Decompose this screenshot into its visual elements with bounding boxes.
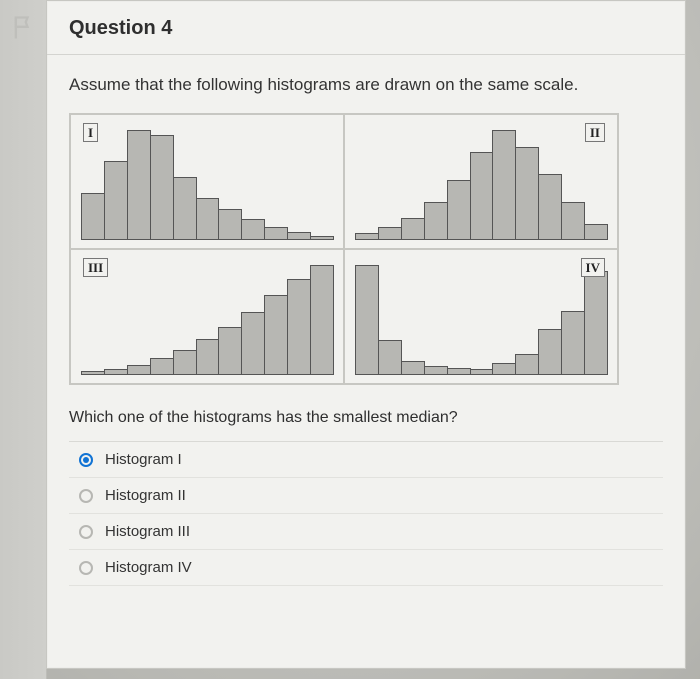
histogram-bar — [287, 232, 311, 240]
histogram-bar — [515, 147, 539, 241]
histogram-bar — [378, 227, 402, 240]
histogram-bar — [241, 312, 265, 375]
histogram-bar — [561, 311, 585, 375]
histogram-bar — [150, 358, 174, 375]
histogram-label: III — [83, 258, 108, 277]
option-row[interactable]: Histogram II — [69, 478, 663, 514]
histogram-label: IV — [581, 258, 605, 277]
histogram-bar — [447, 368, 471, 375]
question-body: Assume that the following histograms are… — [47, 55, 685, 596]
question-card: Question 4 Assume that the following his… — [46, 0, 686, 669]
option-row[interactable]: Histogram I — [69, 442, 663, 478]
histogram-label: II — [585, 123, 605, 142]
histogram-bar — [355, 265, 379, 375]
histogram-bars — [355, 130, 607, 240]
histogram-bar — [264, 295, 288, 375]
histogram-bars — [81, 130, 333, 240]
histogram-bar — [264, 227, 288, 240]
histogram-grid: I II III IV — [69, 113, 619, 385]
radio-icon[interactable] — [79, 489, 93, 503]
histogram-bar — [378, 340, 402, 375]
histogram-bar — [492, 130, 516, 240]
histogram-bar — [561, 202, 585, 241]
histogram-bars — [81, 265, 333, 375]
histogram-bar — [127, 365, 151, 375]
histogram-bar — [81, 371, 105, 375]
histogram-bar — [218, 209, 242, 240]
option-row[interactable]: Histogram IV — [69, 550, 663, 586]
radio-icon[interactable] — [79, 561, 93, 575]
histogram-bar — [196, 339, 220, 375]
histogram-bar — [310, 265, 334, 375]
flag-icon[interactable] — [10, 14, 38, 42]
histogram-bar — [401, 218, 425, 240]
histogram-bar — [515, 354, 539, 375]
histogram-bar — [173, 177, 197, 240]
question-title: Question 4 — [47, 1, 685, 55]
followup-question: Which one of the histograms has the smal… — [69, 409, 663, 427]
page-background: Question 4 Assume that the following his… — [0, 0, 700, 679]
histogram-bar — [196, 198, 220, 240]
histogram-bar — [81, 193, 105, 240]
histogram-bar — [310, 236, 334, 240]
question-prompt: Assume that the following histograms are… — [69, 75, 663, 95]
histogram-bar — [241, 219, 265, 240]
histogram-bar — [470, 369, 494, 375]
histogram-bar — [470, 152, 494, 240]
radio-icon[interactable] — [79, 525, 93, 539]
radio-icon[interactable] — [79, 453, 93, 467]
histogram-3: III — [70, 249, 344, 384]
histogram-bar — [355, 233, 379, 240]
histogram-4: IV — [344, 249, 618, 384]
histogram-label: I — [83, 123, 98, 142]
option-label: Histogram III — [105, 523, 190, 540]
histogram-bar — [492, 363, 516, 375]
histogram-bar — [584, 271, 608, 375]
histogram-bar — [447, 180, 471, 241]
histogram-bars — [355, 265, 607, 375]
histogram-bar — [173, 350, 197, 375]
option-label: Histogram I — [105, 451, 182, 468]
histogram-bar — [150, 135, 174, 240]
option-row[interactable]: Histogram III — [69, 514, 663, 550]
histogram-1: I — [70, 114, 344, 249]
histogram-2: II — [344, 114, 618, 249]
histogram-bar — [127, 130, 151, 240]
histogram-bar — [424, 202, 448, 241]
histogram-bar — [104, 161, 128, 240]
histogram-bar — [538, 174, 562, 240]
histogram-bar — [287, 279, 311, 375]
histogram-bar — [424, 366, 448, 375]
histogram-bar — [584, 224, 608, 241]
option-label: Histogram II — [105, 487, 186, 504]
histogram-bar — [538, 329, 562, 375]
histogram-bar — [401, 361, 425, 375]
histogram-bar — [104, 369, 128, 375]
sidebar-gutter — [0, 0, 47, 679]
option-label: Histogram IV — [105, 559, 192, 576]
histogram-bar — [218, 327, 242, 375]
options-list: Histogram I Histogram II Histogram III Hist… — [69, 441, 663, 586]
